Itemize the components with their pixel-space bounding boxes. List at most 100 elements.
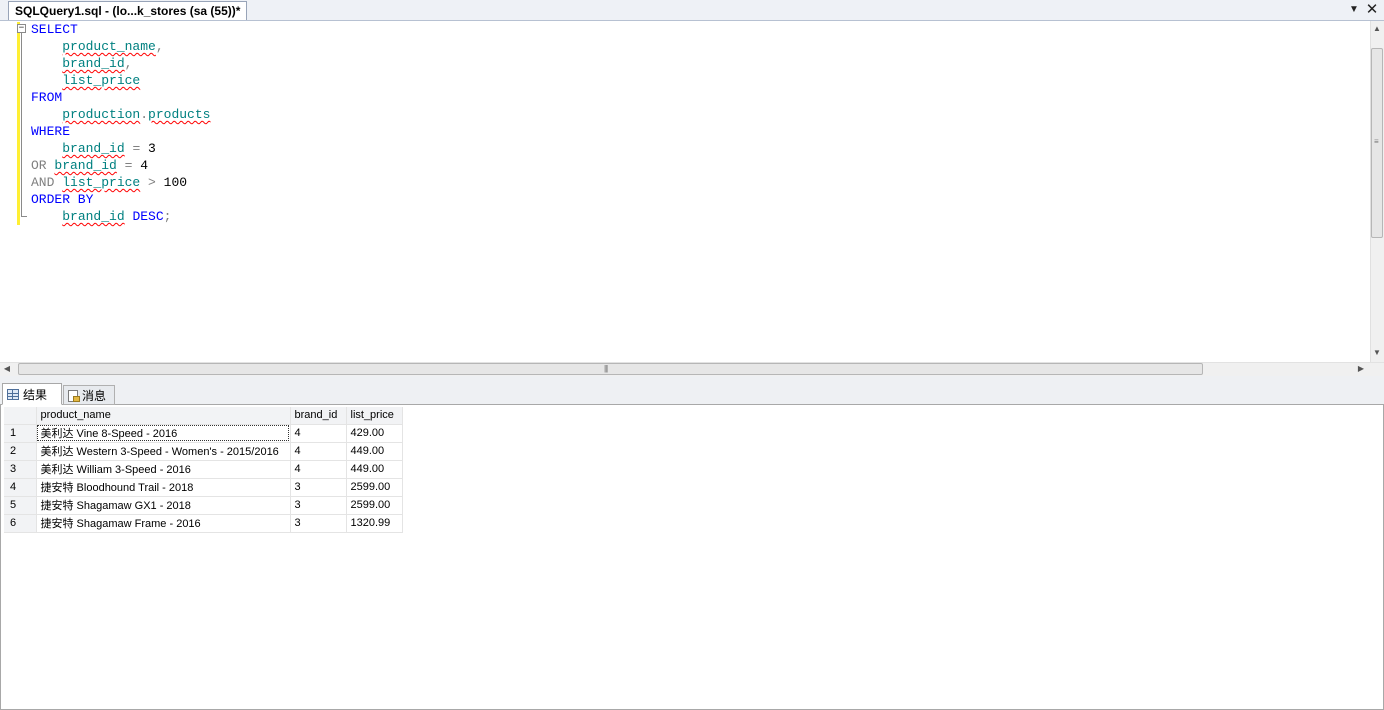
cell-list-price[interactable]: 449.00 — [346, 460, 403, 479]
code-line[interactable]: list_price — [31, 72, 210, 89]
sql-identifier: brand_id — [54, 158, 117, 173]
row-number[interactable]: 5 — [4, 496, 37, 515]
code-line[interactable]: OR brand_id = 4 — [31, 157, 210, 174]
cell-brand-id[interactable]: 4 — [290, 442, 347, 461]
cell-product-name[interactable]: 美利达 Vine 8-Speed - 2016 — [36, 424, 291, 443]
sql-identifier: production — [62, 107, 141, 122]
row-number[interactable]: 3 — [4, 460, 37, 479]
sql-identifier: brand_id — [62, 141, 125, 156]
sql-identifier: brand_id — [62, 209, 125, 224]
sql-token: OR — [31, 158, 55, 173]
editor-horizontal-scroll-thumb[interactable] — [18, 363, 1203, 375]
grid-corner[interactable] — [4, 407, 37, 425]
column-header-product-name[interactable]: product_name — [36, 407, 291, 425]
column-header-brand-id[interactable]: brand_id — [290, 407, 347, 425]
scroll-left-icon[interactable]: ◀ — [2, 364, 12, 373]
cell-brand-id[interactable]: 3 — [290, 514, 347, 533]
cell-product-name[interactable]: 美利达 Western 3-Speed - Women's - 2015/201… — [36, 442, 291, 461]
sql-code[interactable]: SELECT product_name, brand_id, list_pric… — [31, 21, 210, 225]
fold-guide-line — [21, 33, 22, 216]
code-line[interactable]: brand_id = 3 — [31, 140, 210, 157]
code-line[interactable]: AND list_price > 100 — [31, 174, 210, 191]
grip-icon: ≡ — [1374, 137, 1379, 146]
code-line[interactable]: product_name, — [31, 38, 210, 55]
cell-list-price[interactable]: 2599.00 — [346, 478, 403, 497]
code-line[interactable]: production.products — [31, 106, 210, 123]
grid-icon — [7, 389, 19, 401]
cell-product-name[interactable]: 美利达 William 3-Speed - 2016 — [36, 460, 291, 479]
results-tab-strip — [0, 382, 1384, 405]
sql-token: 4 — [140, 158, 149, 173]
sql-identifier: brand_id — [62, 56, 125, 71]
grip-icon: ||| — [604, 364, 608, 373]
table-row[interactable]: 6 捷安特 Shagamaw Frame - 2016 3 1320.99 — [4, 514, 403, 533]
cell-brand-id[interactable]: 3 — [290, 496, 347, 515]
row-number[interactable]: 6 — [4, 514, 37, 533]
chevron-down-icon[interactable]: ▼ — [1347, 2, 1361, 18]
cell-product-name[interactable]: 捷安特 Shagamaw Frame - 2016 — [36, 514, 291, 533]
cell-list-price[interactable]: 449.00 — [346, 442, 403, 461]
sql-token: , — [155, 39, 164, 54]
code-line[interactable]: WHERE — [31, 123, 210, 140]
unsaved-change-bar — [17, 22, 20, 225]
sql-keyword: DESC — [132, 209, 164, 224]
collapse-icon[interactable]: − — [17, 24, 26, 33]
scroll-up-icon[interactable]: ▲ — [1370, 24, 1384, 33]
sql-token: AND — [31, 175, 63, 190]
sql-identifier: products — [148, 107, 211, 122]
code-line[interactable]: SELECT — [31, 21, 210, 38]
table-row[interactable]: 1 美利达 Vine 8-Speed - 2016 4 429.00 — [4, 424, 403, 443]
close-icon[interactable]: ✕ — [1364, 1, 1380, 19]
document-tab[interactable]: SQLQuery1.sql - (lo...k_stores (sa (55))… — [8, 1, 248, 20]
sql-token: = — [116, 158, 141, 173]
scroll-right-icon[interactable]: ▶ — [1356, 364, 1366, 373]
sql-token: 100 — [163, 175, 188, 190]
code-line[interactable]: brand_id DESC; — [31, 208, 210, 225]
column-header-list-price[interactable]: list_price — [346, 407, 403, 425]
sql-identifier: list_price — [62, 175, 141, 190]
code-line[interactable]: FROM — [31, 89, 210, 106]
editor-gutter — [0, 21, 17, 362]
cell-list-price[interactable]: 429.00 — [346, 424, 403, 443]
message-icon — [68, 389, 80, 402]
sql-token: = — [124, 141, 149, 156]
cell-product-name[interactable]: 捷安特 Shagamaw GX1 - 2018 — [36, 496, 291, 515]
scroll-down-icon[interactable]: ▼ — [1370, 348, 1384, 357]
sql-token: , — [124, 56, 133, 71]
table-row[interactable]: 2 美利达 Western 3-Speed - Women's - 2015/20… — [4, 442, 403, 461]
sql-keyword: SELECT — [31, 22, 78, 37]
row-number[interactable]: 2 — [4, 442, 37, 461]
results-grid[interactable]: product_name brand_id list_price 1 美利达 Vi… — [4, 407, 403, 533]
cell-brand-id[interactable]: 4 — [290, 424, 347, 443]
cell-brand-id[interactable]: 3 — [290, 478, 347, 497]
row-number[interactable]: 4 — [4, 478, 37, 497]
sql-identifier: product_name — [62, 39, 156, 54]
sql-keyword: WHERE — [31, 124, 71, 139]
cell-list-price[interactable]: 2599.00 — [346, 496, 403, 515]
tab-messages[interactable]: 消息 — [63, 385, 115, 405]
grid-header-row: product_name brand_id list_price — [4, 407, 403, 425]
row-number[interactable]: 1 — [4, 424, 37, 443]
cell-list-price[interactable]: 1320.99 — [346, 514, 403, 533]
table-row[interactable]: 4 捷安特 Bloodhound Trail - 2018 3 2599.00 — [4, 478, 403, 497]
table-row[interactable]: 5 捷安特 Shagamaw GX1 - 2018 3 2599.00 — [4, 496, 403, 515]
tab-messages-label: 消息 — [82, 389, 107, 403]
sql-token: ; — [163, 209, 172, 224]
tab-results[interactable]: 结果 — [2, 383, 62, 405]
table-row[interactable]: 3 美利达 William 3-Speed - 2016 4 449.00 — [4, 460, 403, 479]
tab-results-label: 结果 — [23, 388, 48, 402]
sql-identifier: list_price — [62, 73, 141, 88]
code-line[interactable]: ORDER BY — [31, 191, 210, 208]
sql-keyword: FROM — [31, 90, 63, 105]
sql-token: . — [140, 107, 149, 122]
fold-guide-end — [21, 216, 27, 217]
cell-brand-id[interactable]: 4 — [290, 460, 347, 479]
code-line[interactable]: brand_id, — [31, 55, 210, 72]
cell-product-name[interactable]: 捷安特 Bloodhound Trail - 2018 — [36, 478, 291, 497]
